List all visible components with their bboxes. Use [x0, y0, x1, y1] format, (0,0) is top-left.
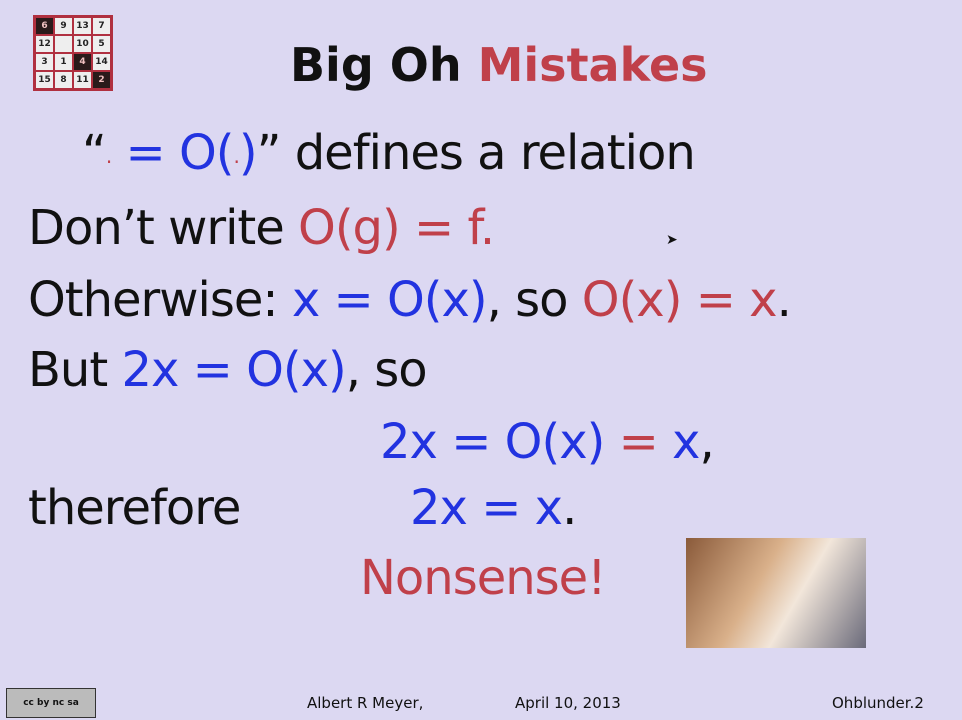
formula: 2x = O(x): [121, 342, 346, 398]
puzzle-tile: 11: [73, 71, 92, 89]
line-2: Don’t write O(g) = f.: [28, 200, 495, 256]
creative-commons-badge: cc by nc sa: [6, 688, 96, 718]
puzzle-tile: 7: [92, 17, 111, 35]
formula: x: [657, 414, 700, 470]
formula: 2x = O(x): [380, 414, 619, 470]
quote: “: [82, 125, 107, 181]
text: , so: [486, 272, 582, 328]
fifteen-puzzle-logo: 6 9 13 7 12 10 5 3 1 4 14 15 8 11 2: [33, 15, 113, 91]
mouse-cursor-icon: ➤: [666, 232, 678, 248]
line-6: therefore: [28, 480, 241, 536]
formula: x = O(x): [291, 272, 488, 328]
footer-date: April 10, 2013: [515, 694, 621, 712]
puzzle-tile: 5: [92, 35, 111, 53]
line-3: Otherwise: x = O(x), so O(x) = x.: [28, 272, 792, 328]
slide: 6 9 13 7 12 10 5 3 1 4 14 15 8 11 2 Big Oh Mistakes “·…: [0, 0, 962, 720]
puzzle-tile: 6: [35, 17, 54, 35]
text: Don’t write: [28, 200, 299, 256]
eq: = O(: [111, 125, 234, 181]
title-black: Big Oh: [290, 38, 462, 92]
puzzle-tile: 15: [35, 71, 54, 89]
footer-slide-id: Ohblunder.2: [832, 694, 924, 712]
comma: ,: [699, 414, 714, 470]
puzzle-tile: 8: [54, 71, 73, 89]
puzzle-tile: 13: [73, 17, 92, 35]
text: , so: [345, 342, 428, 398]
close: ): [238, 125, 258, 181]
line-1: “· = O(·)” defines a relation: [82, 125, 696, 181]
puzzle-tile: 4: [73, 53, 92, 71]
rest: ” defines a relation: [256, 125, 696, 181]
nonsense-text: Nonsense!: [360, 550, 606, 606]
puzzle-tile: 3: [35, 53, 54, 71]
line-4: But 2x = O(x), so: [28, 342, 428, 398]
puzzle-tile: 9: [54, 17, 73, 35]
slide-title: Big Oh Mistakes: [290, 38, 708, 92]
line-5: 2x = O(x) = x,: [380, 414, 715, 470]
title-red: Mistakes: [477, 38, 708, 92]
text: Otherwise:: [28, 272, 292, 328]
period: .: [562, 480, 577, 536]
puzzle-tile: 12: [35, 35, 54, 53]
puzzle-tile: 2: [92, 71, 111, 89]
equals: =: [618, 414, 659, 470]
formula: 2x = x: [410, 480, 563, 536]
footer-author: Albert R Meyer,: [307, 694, 424, 712]
puzzle-tile: 10: [73, 35, 92, 53]
line-6-formula: 2x = x.: [410, 480, 577, 536]
puzzle-tile: 14: [92, 53, 111, 71]
formula: O(g) = f.: [298, 200, 495, 256]
puzzle-tile: 1: [54, 53, 73, 71]
lecturer-video-inset: [686, 538, 866, 648]
text: But: [28, 342, 122, 398]
formula: O(x) = x: [581, 272, 778, 328]
puzzle-tile: [54, 35, 73, 53]
text: therefore: [28, 480, 241, 536]
text: .: [776, 272, 792, 328]
